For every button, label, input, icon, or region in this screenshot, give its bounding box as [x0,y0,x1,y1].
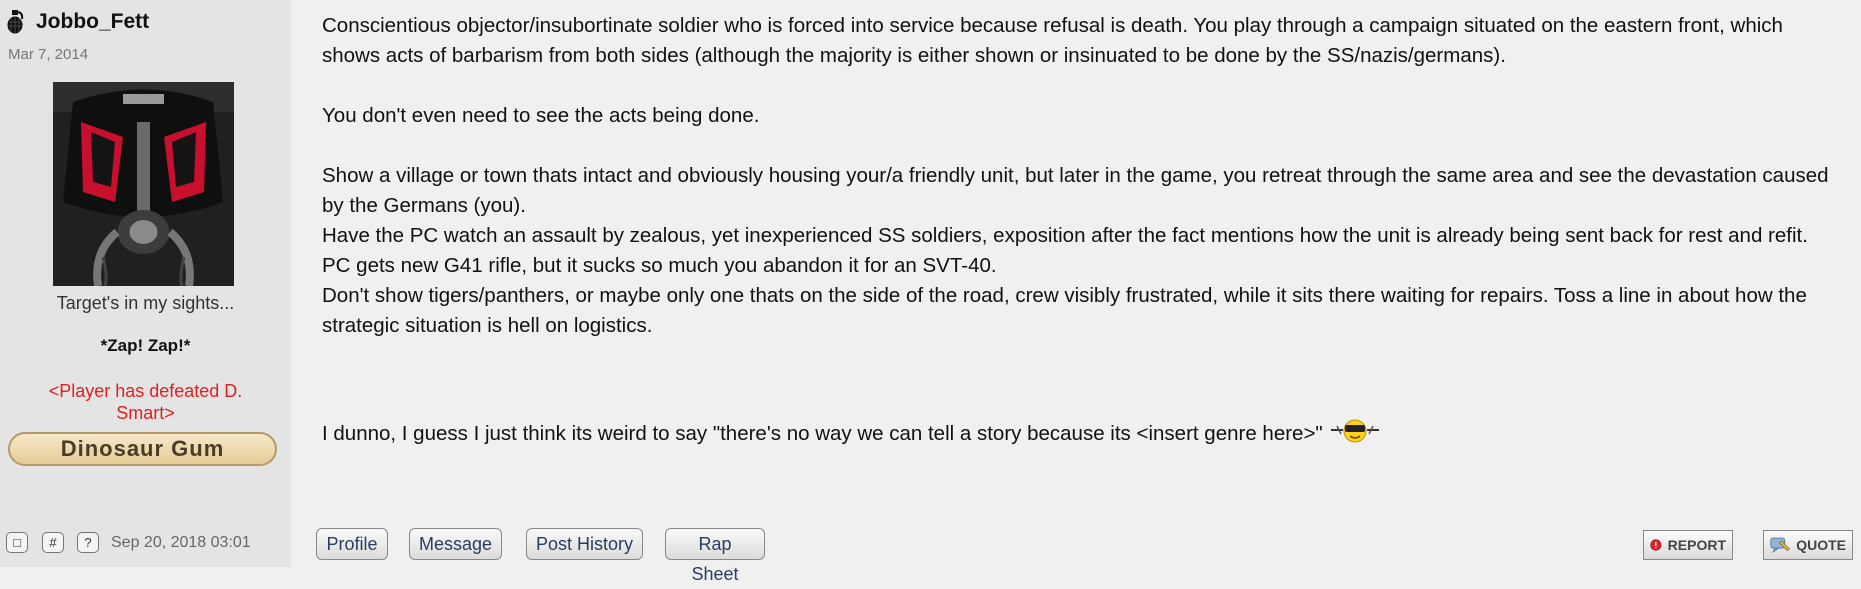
report-label: REPORT [1667,537,1726,553]
post-paragraph: Have the PC watch an assault by zealous,… [322,224,1808,247]
rap-sheet-button[interactable]: Rap Sheet [665,528,765,584]
message-button[interactable]: Message [409,528,502,560]
quote-label: QUOTE [1796,537,1846,553]
avatar [53,82,234,286]
grenade-icon [6,10,24,34]
user-header: Jobbo_Fett [6,10,149,34]
post-paragraph: Show a village or town thats intact and … [322,164,1829,217]
post-paragraph: PC gets new G41 rifle, but it sucks so m… [322,254,997,277]
user-badge: Dinosaur Gum [8,432,277,466]
user-sidebar: Jobbo_Fett Mar 7, 2014 Target's in my si… [0,0,291,567]
post-last-line: I dunno, I guess I just think its weird … [322,416,1842,453]
alert-icon [1650,539,1662,551]
quote-bubble-icon [1770,537,1791,554]
user-status: <Player has defeated D. Smart> [48,381,243,423]
profile-button[interactable]: Profile [316,528,388,560]
post-body: Conscientious objector/insubortinate sol… [322,11,1842,453]
note-icon-button[interactable]: □ [6,532,28,553]
join-date: Mar 7, 2014 [8,46,89,63]
post-timestamp: Sep 20, 2018 03:01 [111,534,251,551]
post-paragraph: I dunno, I guess I just think its weird … [322,421,1323,445]
post-history-button[interactable]: Post History [526,528,643,560]
post-paragraph: Conscientious objector/insubortinate sol… [322,14,1783,67]
post-paragraph: You don't even need to see the acts bein… [322,104,760,127]
post-paragraph: Don't show tigers/panthers, or maybe onl… [322,284,1807,337]
welding-smiley-icon [1329,416,1381,453]
help-button[interactable]: ? [77,532,99,553]
permalink-button[interactable]: # [42,532,64,553]
username[interactable]: Jobbo_Fett [36,10,149,34]
report-button[interactable]: REPORT [1643,530,1733,560]
quote-button[interactable]: QUOTE [1763,530,1853,560]
user-tagline: *Zap! Zap!* [100,336,191,355]
user-custom-title: Target's in my sights... [56,293,235,313]
